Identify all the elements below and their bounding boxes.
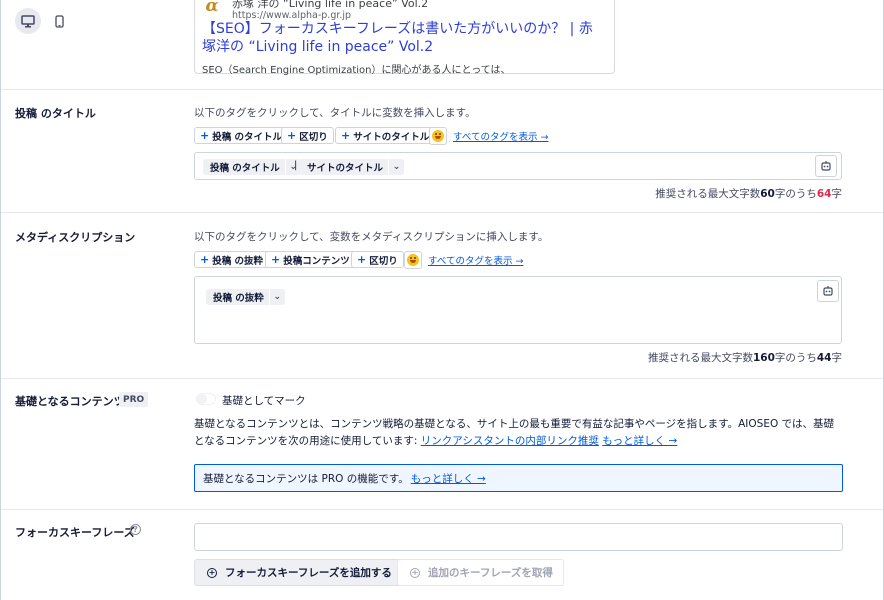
help-icon[interactable]: ? xyxy=(130,524,141,535)
notice-learn-more-link[interactable]: もっと詳しく → xyxy=(411,471,486,486)
tag-post-content-button[interactable]: + 投稿コンテンツ xyxy=(265,251,356,268)
pro-badge: PRO xyxy=(119,392,149,407)
post-title-help: 以下のタグをクリックして、タイトルに変数を挿入します。 xyxy=(194,107,476,119)
search-snippet-preview: α 赤塚 洋の “Living life in peace” Vol.2 htt… xyxy=(194,0,615,76)
robot-icon xyxy=(823,286,833,296)
tag-separator-button[interactable]: + 区切り xyxy=(281,127,334,144)
snippet-title: 【SEO】フォーカスキーフレーズは書いた方がいいのか？ | 赤塚洋の “Livi… xyxy=(202,21,593,55)
meta-description-editor[interactable]: 投稿 の抜粋 ⌄ xyxy=(194,276,842,344)
mobile-icon xyxy=(54,14,64,28)
smiley-icon xyxy=(407,254,419,266)
cornerstone-label: 基礎となるコンテンツ xyxy=(15,395,125,408)
cornerstone-toggle-label: 基礎としてマーク xyxy=(222,395,306,407)
title-chip-post-title[interactable]: 投稿 のタイトル ⌄ xyxy=(203,159,301,175)
snippet-description: SEO（Search Engine Optimization）に関心がある人にと… xyxy=(202,65,511,76)
plus-circle-icon: + xyxy=(207,567,217,578)
chevron-down-icon[interactable]: ⌄ xyxy=(268,289,285,305)
post-title-editor[interactable]: 投稿 のタイトル ⌄ | サイトのタイトル ⌄ xyxy=(194,152,842,180)
meta-description-help: 以下のタグをクリックして、変数をメタディスクリプションに挿入します。 xyxy=(194,231,549,243)
meta-description-label: メタディスクリプション xyxy=(15,231,136,244)
add-focus-keyphrase-button[interactable]: + フォーカスキーフレーズを追加する xyxy=(194,559,403,586)
plus-icon: + xyxy=(200,129,210,142)
plus-icon: + xyxy=(200,253,210,266)
divider xyxy=(1,378,883,379)
pro-feature-notice: 基礎となるコンテンツは PRO の機能です。 もっと詳しく → xyxy=(194,464,843,492)
snippet-site-name: 赤塚 洋の “Living life in peace” Vol.2 xyxy=(232,0,429,10)
post-title-label: 投稿 のタイトル xyxy=(15,107,96,120)
get-additional-keyphrases-button[interactable]: + 追加のキーフレーズを取得 xyxy=(397,559,564,586)
emoji-picker-button[interactable] xyxy=(404,251,422,269)
chevron-down-icon[interactable]: ⌄ xyxy=(284,159,301,175)
smiley-icon xyxy=(432,130,444,142)
learn-more-link[interactable]: もっと詳しく → xyxy=(602,435,677,447)
desktop-preview-toggle[interactable] xyxy=(15,8,41,34)
tag-post-excerpt-button[interactable]: + 投稿 の抜粋 xyxy=(194,251,270,268)
cornerstone-description: 基礎となるコンテンツとは、コンテンツ戦略の基礎となる、サイト上の最も重要で有益な… xyxy=(194,418,835,447)
description-char-count: 推奨される最大文字数160字のうち44字 xyxy=(647,352,842,364)
title-chip-site-title[interactable]: サイトのタイトル ⌄ xyxy=(300,159,405,175)
plus-icon: + xyxy=(341,129,351,142)
ai-generate-title-button[interactable] xyxy=(815,155,837,177)
tag-post-title-button[interactable]: + 投稿 のタイトル xyxy=(194,127,289,144)
show-all-tags-link[interactable]: すべてのタグを表示 → xyxy=(453,129,548,143)
tag-separator-button[interactable]: + 区切り xyxy=(351,251,404,268)
robot-icon xyxy=(821,161,831,171)
chevron-down-icon[interactable]: ⌄ xyxy=(388,159,404,175)
plus-icon: + xyxy=(271,253,281,266)
emoji-picker-button[interactable] xyxy=(429,127,447,145)
site-favicon: α xyxy=(205,0,219,16)
desktop-icon xyxy=(21,14,35,27)
show-all-tags-link[interactable]: すべてのタグを表示 → xyxy=(428,253,523,267)
mobile-preview-toggle[interactable] xyxy=(46,8,72,34)
divider xyxy=(1,212,883,213)
divider xyxy=(1,509,883,510)
cornerstone-toggle[interactable] xyxy=(196,393,216,405)
title-char-count: 推奨される最大文字数60字のうち64字 xyxy=(655,188,842,200)
link-assistant-link[interactable]: リンクアシスタントの内部リンク推奨 xyxy=(421,435,599,447)
focus-keyphrase-input[interactable] xyxy=(194,523,843,551)
plus-icon: + xyxy=(357,253,367,266)
plus-icon: + xyxy=(287,129,297,142)
divider xyxy=(1,89,883,90)
plus-circle-icon: + xyxy=(410,567,420,578)
description-chip-post-excerpt[interactable]: 投稿 の抜粋 ⌄ xyxy=(206,289,285,305)
ai-generate-description-button[interactable] xyxy=(817,280,839,302)
focus-keyphrase-label: フォーカスキーフレーズ xyxy=(15,526,135,539)
title-separator: | xyxy=(294,160,298,171)
tag-site-title-button[interactable]: + サイトのタイトル xyxy=(335,127,436,144)
